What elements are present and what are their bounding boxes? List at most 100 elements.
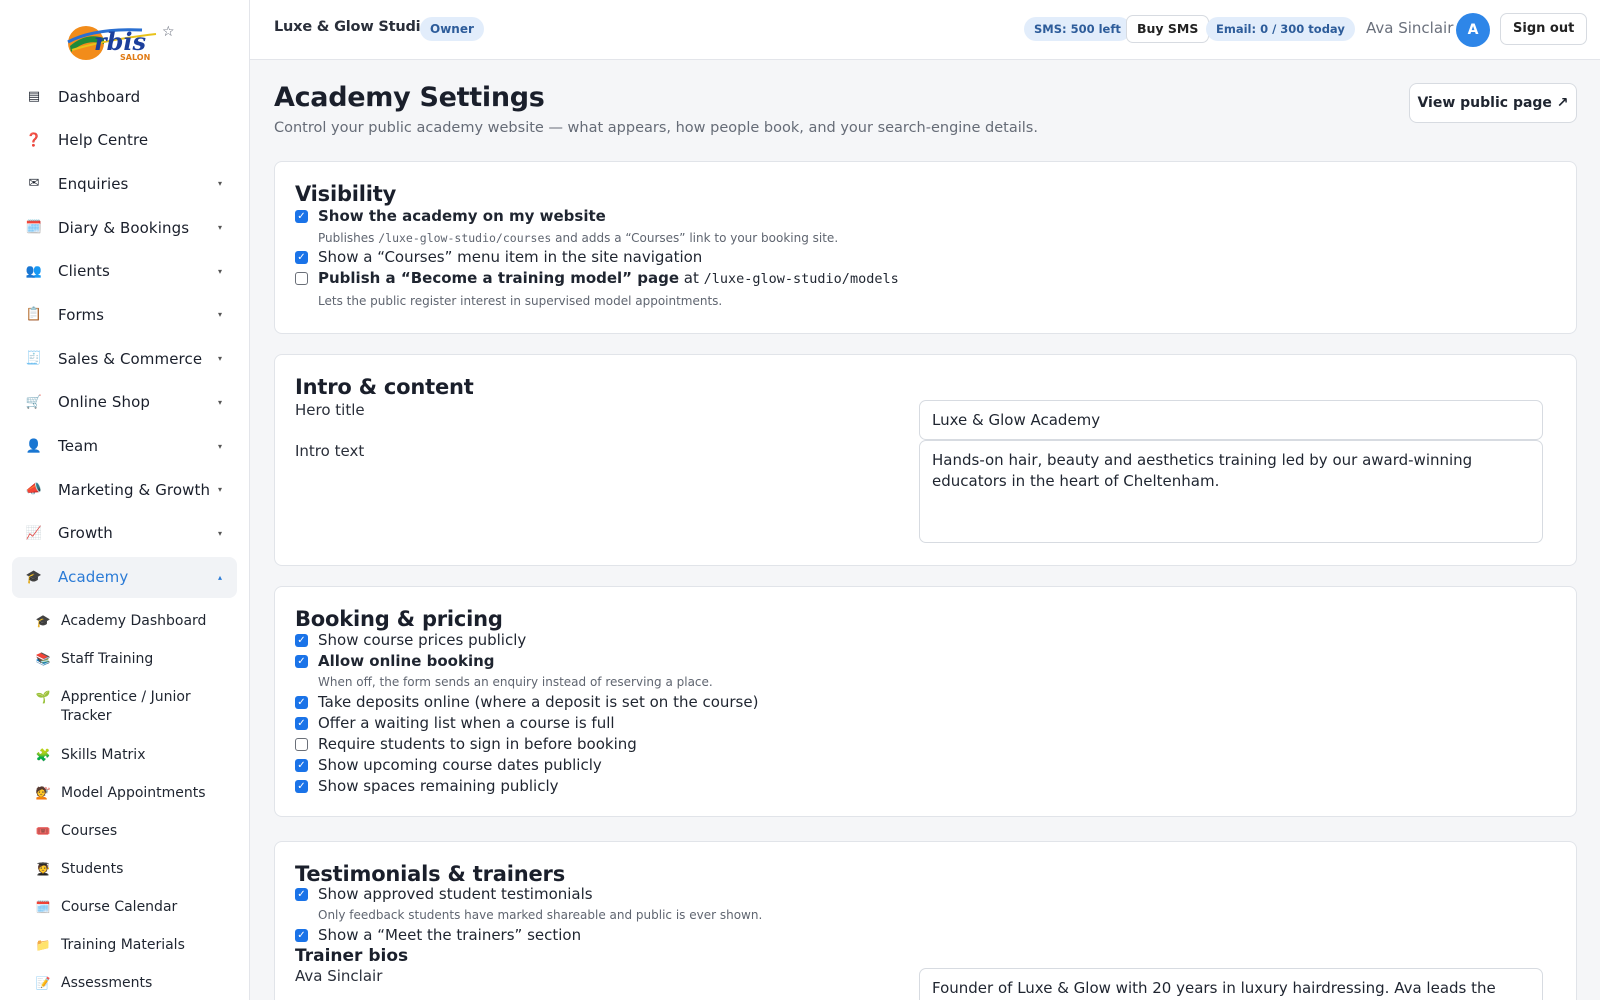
sidebar-item-help-centre[interactable]: ❓ Help Centre [12, 120, 237, 161]
sidebar-subitem-label: Assessments [61, 974, 153, 991]
checkbox-unchecked[interactable] [295, 271, 308, 285]
section-heading: Visibility [295, 182, 397, 206]
sidebar-item-forms[interactable]: 📋 Forms ▾ [12, 294, 237, 335]
checkbox-label: Show course prices publicly [318, 631, 527, 649]
sidebar-item-label: Academy [58, 568, 129, 587]
sms-balance-badge: SMS: 500 left [1024, 17, 1131, 41]
publish-model-page-checkbox[interactable]: Publish a “Become a training model” page… [295, 269, 899, 287]
show-prices-checkbox[interactable]: Show course prices publicly [295, 631, 526, 649]
sidebar-subitem-academy-dashboard[interactable]: 🎓 Academy Dashboard [34, 602, 237, 640]
sign-out-button[interactable]: Sign out [1500, 13, 1588, 45]
checkbox-label: Show upcoming course dates publicly [318, 756, 602, 774]
chevron-down-icon[interactable]: ▾ [215, 354, 225, 363]
buy-sms-button[interactable]: Buy SMS [1126, 15, 1210, 43]
chevron-down-icon[interactable]: ▾ [215, 267, 225, 276]
checkbox-label: Offer a waiting list when a course is fu… [318, 714, 615, 732]
upcoming-dates-checkbox[interactable]: Show upcoming course dates publicly [295, 756, 602, 774]
checkbox-checked[interactable] [295, 758, 308, 772]
sidebar-subitem-students[interactable]: 🧑‍🎓 Students [34, 850, 237, 888]
chevron-down-icon[interactable]: ▾ [215, 310, 225, 319]
chevron-up-icon[interactable]: ▴ [215, 573, 225, 582]
models-path: /luxe-glow-studio/models [703, 271, 899, 287]
sidebar-item-growth[interactable]: 📈 Growth ▾ [12, 513, 237, 554]
checkbox-checked[interactable] [295, 779, 308, 793]
chevron-down-icon[interactable]: ▾ [215, 529, 225, 538]
chevron-down-icon[interactable]: ▾ [215, 398, 225, 407]
people-icon: 👥 [25, 263, 43, 279]
orbis-logo[interactable]: rbis SALON ☆ [64, 20, 184, 64]
cart-icon: 🛒 [25, 394, 43, 410]
hint-text: Publishes [318, 231, 379, 245]
sidebar-item-sales-commerce[interactable]: 🧾 Sales & Commerce ▾ [12, 338, 237, 379]
trainer-name-label: Ava Sinclair [295, 967, 383, 985]
receipt-icon: 🧾 [25, 351, 43, 367]
email-quota-badge: Email: 0 / 300 today [1206, 17, 1355, 41]
sidebar-subitem-course-calendar[interactable]: 🗓️ Course Calendar [34, 888, 237, 926]
sidebar-item-enquiries[interactable]: ✉ Enquiries ▾ [12, 163, 237, 204]
graduation-cap-icon: 🎓 [25, 569, 43, 585]
intro-text-label: Intro text [295, 442, 365, 460]
checkbox-checked[interactable] [295, 633, 308, 647]
checkbox-checked[interactable] [295, 716, 308, 730]
checkbox-label: Require students to sign in before booki… [318, 735, 637, 753]
clipboard-icon: 📋 [25, 307, 43, 323]
sidebar-item-diary-bookings[interactable]: 🗓️ Diary & Bookings ▾ [12, 207, 237, 248]
sidebar-subitem-skills-matrix[interactable]: 🧩 Skills Matrix [34, 736, 237, 774]
show-testimonials-checkbox[interactable]: Show approved student testimonials [295, 885, 593, 903]
sidebar-subitem-courses[interactable]: 🎟️ Courses [34, 812, 237, 850]
meet-trainers-checkbox[interactable]: Show a “Meet the trainers” section [295, 926, 581, 944]
calendar-icon: 🗓️ [25, 220, 43, 236]
take-deposits-checkbox[interactable]: Take deposits online (where a deposit is… [295, 693, 758, 711]
user-name: Ava Sinclair [1366, 19, 1454, 37]
chevron-down-icon[interactable]: ▾ [215, 485, 225, 494]
haircut-icon: 💇 [35, 785, 51, 800]
sidebar-item-dashboard[interactable]: ▤ Dashboard [12, 76, 237, 117]
testimonials-trainers-card: Testimonials & trainers Show approved st… [274, 841, 1577, 1000]
role-badge: Owner [420, 17, 484, 41]
sidebar-item-label: Sales & Commerce [58, 349, 203, 368]
spaces-remaining-checkbox[interactable]: Show spaces remaining publicly [295, 777, 559, 795]
sidebar-subitem-training-materials[interactable]: 📁 Training Materials [34, 926, 237, 964]
require-signin-checkbox[interactable]: Require students to sign in before booki… [295, 735, 637, 753]
sidebar-item-team[interactable]: 👤 Team ▾ [12, 426, 237, 467]
hero-title-input[interactable]: Luxe & Glow Academy [919, 400, 1543, 440]
checkbox-checked[interactable] [295, 887, 308, 901]
page-title: Academy Settings [274, 82, 545, 113]
show-courses-menu-checkbox[interactable]: Show a “Courses” menu item in the site n… [295, 248, 702, 266]
allow-online-booking-checkbox[interactable]: Allow online booking [295, 652, 495, 670]
chevron-down-icon[interactable]: ▾ [215, 442, 225, 451]
checkbox-unchecked[interactable] [295, 737, 308, 751]
sidebar-subitem-staff-training[interactable]: 📚 Staff Training [34, 640, 237, 678]
waiting-list-checkbox[interactable]: Offer a waiting list when a course is fu… [295, 714, 615, 732]
sidebar-item-clients[interactable]: 👥 Clients ▾ [12, 251, 237, 292]
checkbox-checked[interactable] [295, 654, 308, 668]
sidebar-item-academy[interactable]: 🎓 Academy ▴ [12, 556, 237, 598]
sidebar-subitem-model-appointments[interactable]: 💇 Model Appointments [34, 774, 237, 812]
sidebar-subitem-assessments[interactable]: 📝 Assessments [34, 964, 237, 1000]
sidebar-item-online-shop[interactable]: 🛒 Online Shop ▾ [12, 382, 237, 423]
view-public-page-button[interactable]: View public page ↗ [1409, 83, 1577, 123]
sidebar-subitem-apprentice-tracker[interactable]: 🌱 Apprentice / Junior Tracker [34, 678, 237, 736]
publish-model-hint: Lets the public register interest in sup… [318, 294, 723, 308]
chevron-down-icon[interactable]: ▾ [215, 179, 225, 188]
checkbox-checked[interactable] [295, 928, 308, 942]
trainer-bio-textarea[interactable]: Founder of Luxe & Glow with 20 years in … [919, 968, 1543, 1000]
sidebar-item-label: Marketing & Growth [58, 480, 211, 499]
avatar[interactable]: A [1456, 13, 1490, 47]
sidebar-item-label: Diary & Bookings [58, 218, 190, 237]
sidebar-subitem-label: Academy Dashboard [61, 612, 207, 629]
checkbox-checked[interactable] [295, 695, 308, 709]
testimonials-hint: Only feedback students have marked share… [318, 908, 763, 922]
sidebar-subitem-label: Staff Training [61, 650, 154, 667]
chevron-down-icon[interactable]: ▾ [215, 223, 225, 232]
graduation-cap-icon: 🎓 [35, 613, 51, 628]
intro-content-card: Intro & content Hero title Luxe & Glow A… [274, 354, 1577, 566]
sidebar-item-label: Help Centre [58, 131, 149, 150]
intro-text-textarea[interactable]: Hands-on hair, beauty and aesthetics tra… [919, 440, 1543, 543]
sidebar-subitem-label: Students [61, 860, 124, 877]
sidebar-item-marketing-growth[interactable]: 📣 Marketing & Growth ▾ [12, 469, 237, 510]
checkbox-checked[interactable] [295, 250, 308, 264]
show-academy-checkbox[interactable]: Show the academy on my website [295, 207, 606, 225]
svg-text:☆: ☆ [162, 24, 175, 40]
checkbox-checked[interactable] [295, 209, 308, 223]
